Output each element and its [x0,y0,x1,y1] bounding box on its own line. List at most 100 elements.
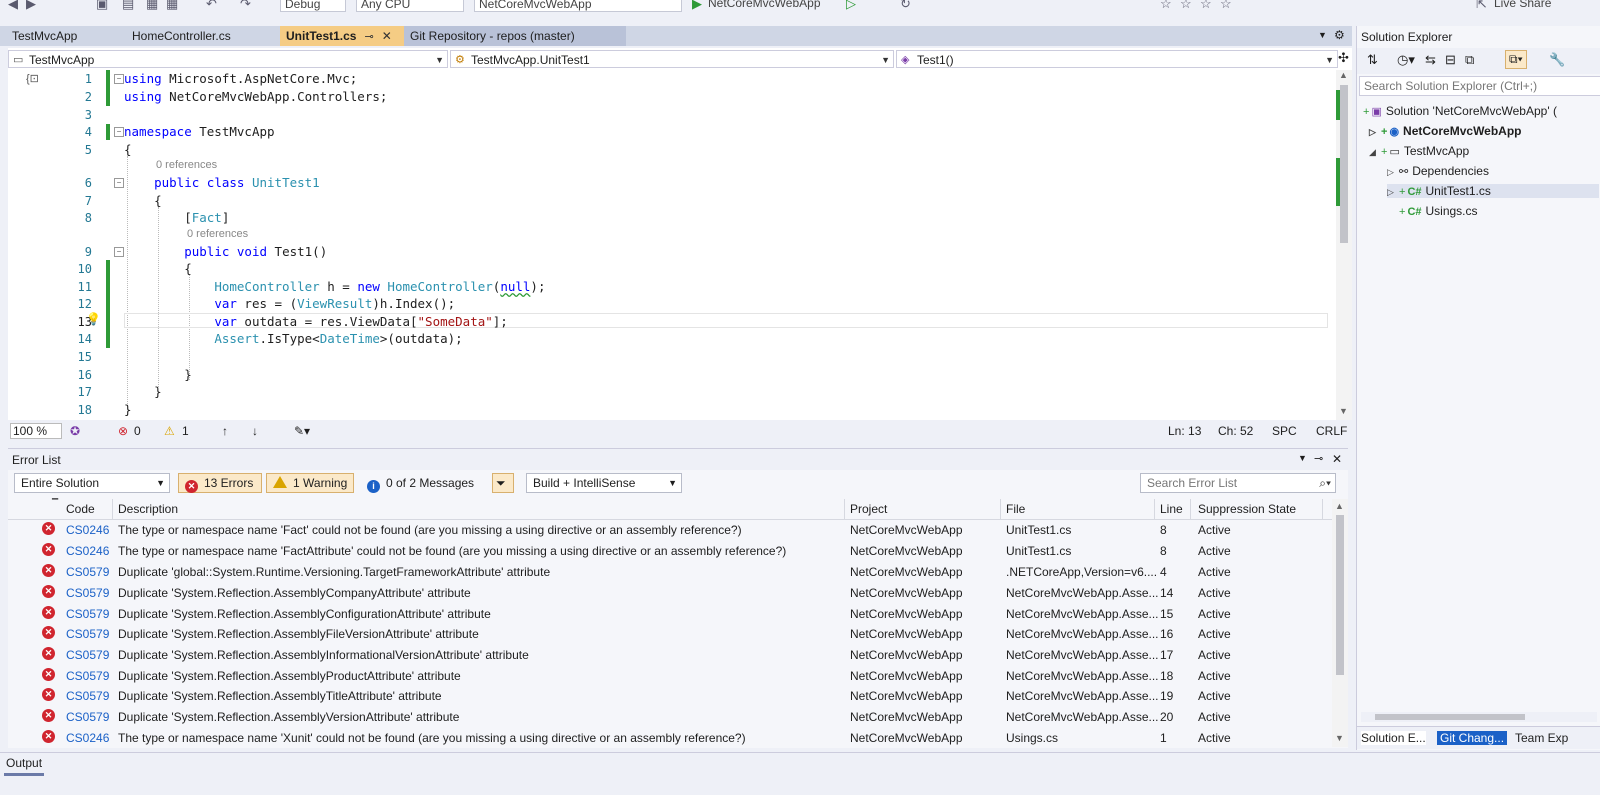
switch-views-icon[interactable]: ⧉▾ [1505,50,1527,69]
table-row[interactable]: ✕ CS0579 Duplicate 'System.Reflection.Asse… [8,707,1332,727]
history-icon[interactable]: ◷▾ [1397,52,1415,68]
pin-icon[interactable]: ⊸ [364,31,373,43]
scrollbar-thumb[interactable] [1336,515,1344,675]
column-code[interactable]: Code [66,502,95,516]
errors-filter-button[interactable]: ✕ 13 Errors [178,473,262,493]
tree-item-solution[interactable]: + ▣ Solution 'NetCoreMvcWebApp' ( [1363,104,1557,118]
table-row[interactable]: ✕ CS0246 The type or namespace name 'Xunit… [8,728,1332,748]
collapse-all-icon[interactable]: ⊟ [1445,52,1456,68]
line-ending[interactable]: CRLF [1316,424,1347,438]
expand-icon[interactable]: ▷ [1387,187,1399,198]
editor-vertical-scrollbar[interactable]: ▲ ▼ [1336,70,1352,420]
search-error-list-input[interactable]: Search Error List ⌕▾ [1140,473,1336,493]
collapse-icon[interactable]: − [114,127,124,137]
start-debug-icon[interactable]: ▶ [692,0,702,12]
column-indicator[interactable]: Ch: 52 [1218,424,1253,438]
previous-issue-icon[interactable]: ↑ [222,424,228,438]
configuration-select[interactable]: Debug [280,0,346,12]
outline-icon[interactable]: {⊡ [26,72,39,85]
collapse-icon[interactable]: − [114,247,124,257]
code-editor[interactable]: {⊡ 1 2 3 4 5 6 7 8 9 10 11 12 13 14 15 1… [8,70,1352,420]
open-folder-icon[interactable]: ▤ [122,0,134,12]
tab-git-changes[interactable]: Git Chang... [1437,731,1508,745]
horizontal-scrollbar[interactable] [1361,712,1597,722]
column-line[interactable]: Line [1160,502,1183,516]
warning-icon[interactable]: ⚠ [164,424,175,438]
tab-testmvcapp[interactable]: TestMvcApp [6,26,124,46]
platform-select[interactable]: Any CPU [356,0,464,12]
type-combo[interactable]: ⚙ TestMvcApp.UnitTest1 ▼ [450,50,894,68]
scroll-up-icon[interactable]: ▲ [1335,501,1344,511]
expand-icon[interactable]: ▷ [1369,127,1381,138]
redo-icon[interactable]: ↷ [240,0,251,12]
scroll-down-icon[interactable]: ▼ [1335,733,1344,743]
run-label[interactable]: NetCoreMvcWebApp [708,0,821,10]
settings-gear-icon[interactable]: ⚙ [1334,28,1345,42]
pending-changes-icon[interactable]: ⇆ [1425,52,1436,68]
error-icon[interactable]: ⊗ [118,424,128,438]
health-icon[interactable]: ✪ [70,424,80,438]
source-select[interactable]: Build + IntelliSense ▼ [526,473,682,493]
tree-item-unittest1[interactable]: ▷ + C# UnitTest1.cs [1387,184,1599,198]
back-icon[interactable]: ◀ [8,0,18,12]
zoom-select[interactable]: 100 % [10,423,63,439]
tree-item-testmvcapp[interactable]: ◢ + ▭ TestMvcApp [1369,144,1469,158]
expand-icon[interactable]: ▷ [1387,167,1399,178]
next-issue-icon[interactable]: ↓ [252,424,258,438]
table-row[interactable]: ✕ CS0246 The type or namespace name 'Fact'… [8,520,1332,540]
tab-list-dropdown-icon[interactable]: ▼ [1318,30,1327,40]
table-row[interactable]: ✕ CS0579 Duplicate 'global::System.Runtime… [8,562,1332,582]
warning-count[interactable]: 1 [182,424,189,438]
live-share-icon[interactable]: ⇱ [1476,0,1487,12]
column-suppression-state[interactable]: Suppression State [1198,502,1296,516]
save-icon[interactable]: ▦ [146,0,158,12]
project-combo[interactable]: ▭ TestMvcApp ▼ [8,50,448,68]
warnings-filter-button[interactable]: 1 Warning [266,473,354,493]
error-count[interactable]: 0 [134,424,141,438]
sync-icon[interactable]: ⇅ [1367,52,1378,68]
tab-git-repository[interactable]: Git Repository - repos (master) [404,26,626,46]
lightbulb-icon[interactable]: 💡 [86,312,101,326]
window-options-icon[interactable]: ▼ [1298,453,1307,463]
pin-icon[interactable]: ⊸ [1314,452,1323,465]
collapse-icon[interactable]: ◢ [1369,147,1381,158]
undo-icon[interactable]: ↶ [206,0,217,12]
tab-homecontroller[interactable]: HomeController.cs [126,26,278,46]
line-indicator[interactable]: Ln: 13 [1168,424,1201,438]
table-row[interactable]: ✕ CS0579 Duplicate 'System.Reflection.Asse… [8,624,1332,644]
codelens-references[interactable]: 0 references [187,228,248,240]
tab-unittest1[interactable]: UnitTest1.cs ⊸ ✕ [280,26,404,46]
table-row[interactable]: ✕ CS0579 Duplicate 'System.Reflection.Asse… [8,686,1332,706]
solution-search-input[interactable]: Search Solution Explorer (Ctrl+;) [1359,76,1600,96]
scrollbar-thumb[interactable] [1375,714,1525,720]
close-icon[interactable]: ✕ [382,29,392,43]
column-description[interactable]: Description [118,502,178,516]
filter-icon[interactable]: ⏷ [492,473,514,493]
table-row[interactable]: ✕ CS0579 Duplicate 'System.Reflection.Asse… [8,666,1332,686]
code-cleanup-icon[interactable]: ✎▾ [294,424,310,438]
bookmark-clear-icon[interactable]: ☆ [1220,0,1232,12]
indent-mode[interactable]: SPC [1272,424,1297,438]
table-row[interactable]: ✕ CS0579 Duplicate 'System.Reflection.Asse… [8,604,1332,624]
collapse-icon[interactable]: − [114,74,124,84]
forward-icon[interactable]: ▶ [26,0,36,12]
member-combo[interactable]: ◈ Test1() ▼ [896,50,1338,68]
close-icon[interactable]: ✕ [1332,452,1342,466]
properties-wrench-icon[interactable]: 🔧 [1549,52,1565,68]
show-all-files-icon[interactable]: ⧉ [1465,52,1474,68]
tree-item-netcoremvcwebapp[interactable]: ▷ + ◉ NetCoreMvcWebApp [1369,124,1522,138]
codelens-references[interactable]: 0 references [156,159,217,171]
column-project[interactable]: Project [850,502,887,516]
bookmark-prev-icon[interactable]: ☆ [1180,0,1192,12]
start-without-debug-icon[interactable]: ▷ [846,0,856,12]
split-window-icon[interactable]: ✣ [1338,50,1349,66]
new-project-icon[interactable]: ▣ [96,0,108,12]
table-row[interactable]: ✕ CS0579 Duplicate 'System.Reflection.Asse… [8,583,1332,603]
refresh-icon[interactable]: ↻ [900,0,911,12]
scrollbar-thumb[interactable] [1340,85,1348,243]
tree-item-usings[interactable]: + C# Usings.cs [1399,204,1478,218]
scope-select[interactable]: Entire Solution ▼ [14,473,170,493]
table-row[interactable]: ✕ CS0246 The type or namespace name 'FactA… [8,541,1332,561]
output-tab[interactable]: Output [6,756,42,770]
messages-filter-button[interactable]: i0 of 2 Messages [360,473,484,493]
